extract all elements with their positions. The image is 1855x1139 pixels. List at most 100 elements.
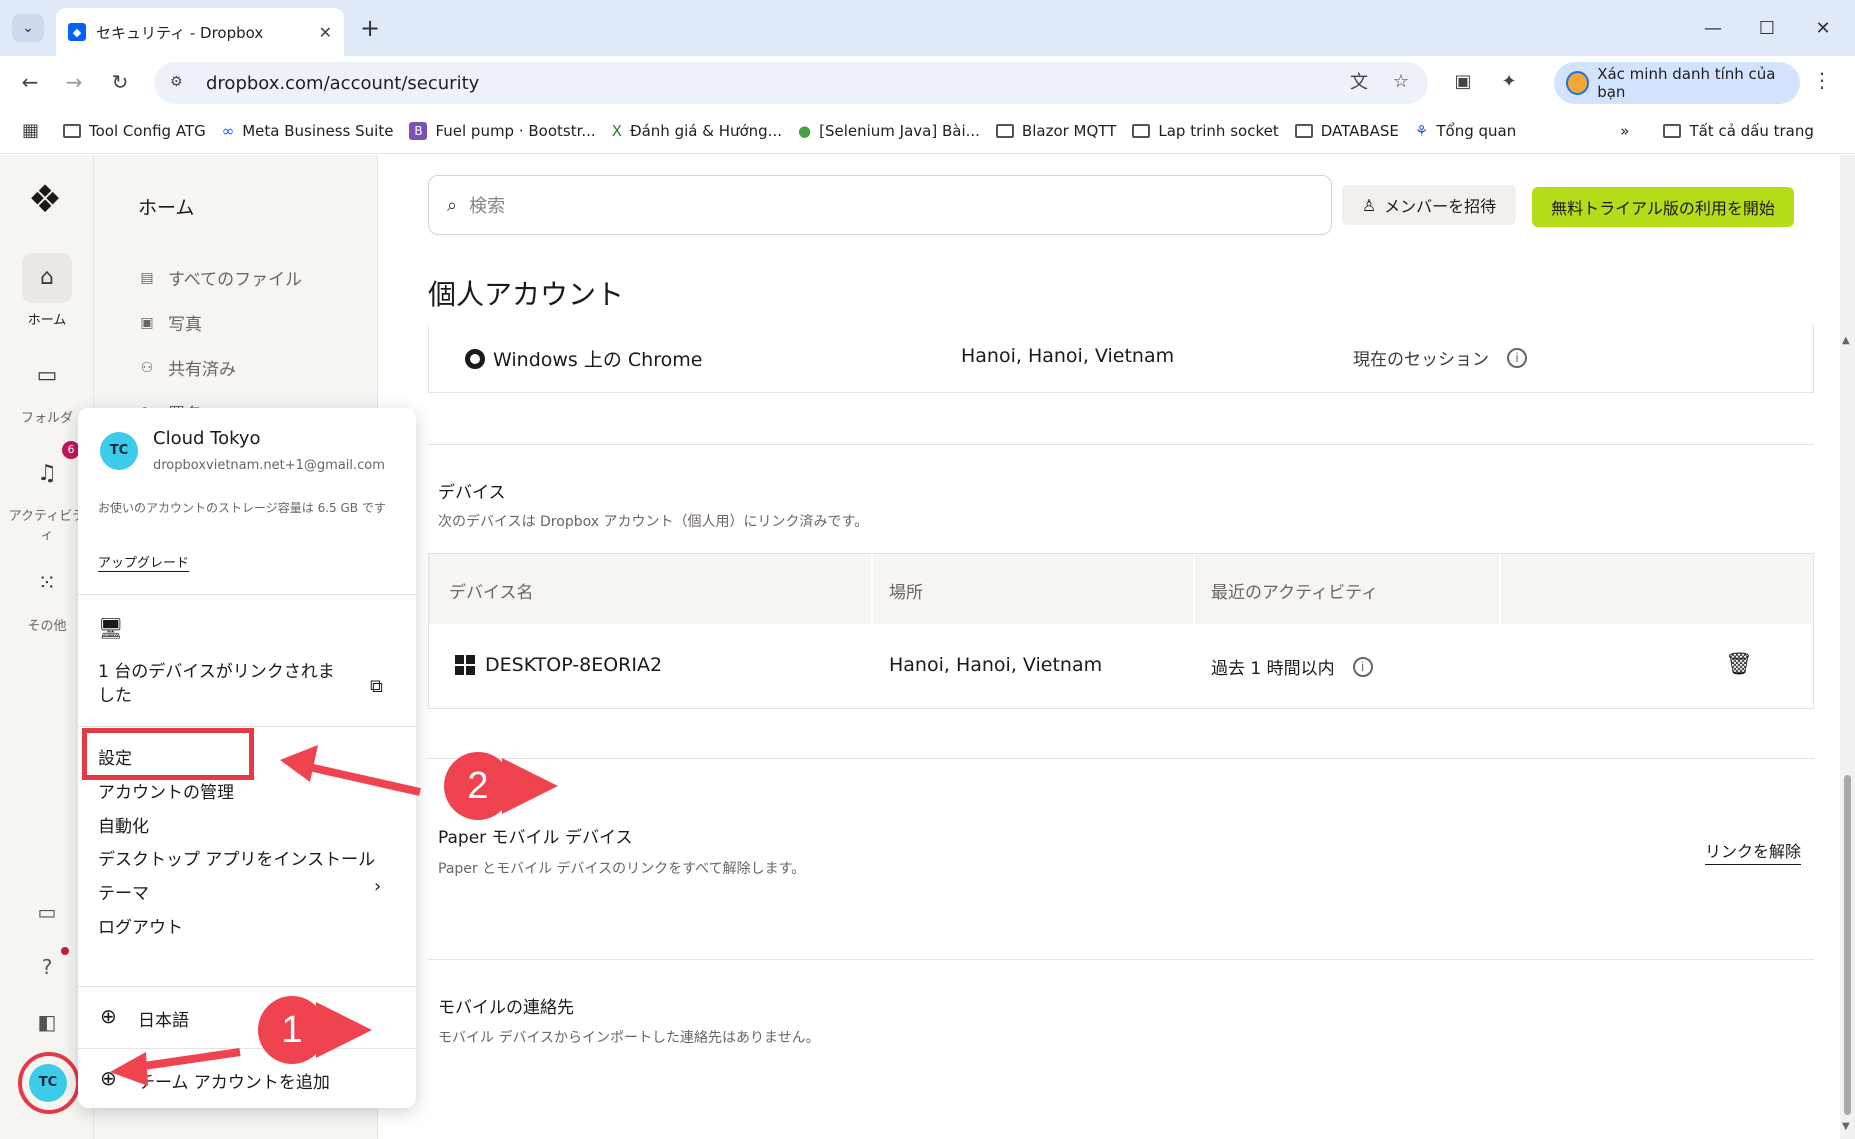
translate-icon[interactable]: 文 (1344, 66, 1374, 96)
menu-item-automation[interactable]: 自動化 (98, 812, 149, 837)
subnav-item-all-files[interactable]: ▤ すべてのファイル (138, 265, 302, 291)
device-activity: 過去 1 時間以内 (1211, 659, 1335, 679)
info-icon[interactable]: i (1507, 347, 1527, 368)
main-content: ⌕ 検索 ♙ メンバーを招待 無料トライアル版の利用を開始 個人アカウント Wi… (378, 155, 1840, 1139)
search-input[interactable]: ⌕ 検索 (428, 175, 1332, 235)
bookmark-star-icon[interactable]: ☆ (1386, 66, 1416, 96)
profile-button[interactable]: Xác minh danh tính của bạn (1554, 62, 1800, 104)
url-text: dropbox.com/account/security (206, 72, 480, 94)
invite-member-button[interactable]: ♙ メンバーを招待 (1342, 185, 1516, 225)
menu-divider (78, 986, 416, 987)
scrollbar[interactable]: ▲ ▼ (1840, 155, 1855, 1139)
upgrade-link[interactable]: アップグレード (98, 552, 190, 572)
divider (428, 444, 1814, 445)
account-name: Cloud Tokyo (153, 428, 261, 449)
column-header: 最近のアクティビティ (1211, 583, 1379, 603)
subnav-title: ホーム (138, 197, 195, 219)
close-tab-icon[interactable]: ✕ (319, 23, 332, 42)
settings-highlight-box (82, 728, 254, 780)
contacts-title: モバイルの連絡先 (438, 998, 574, 1018)
address-bar[interactable]: ⚙ dropbox.com/account/security (154, 62, 1428, 104)
column-separator (1193, 554, 1195, 624)
site-info-icon[interactable]: ⚙ (170, 74, 188, 92)
chevron-right-icon: › (374, 876, 382, 897)
all-bookmarks[interactable]: Tất cả dấu trang (1663, 122, 1814, 140)
contacts-subtitle: モバイル デバイスからインポートした連絡先はありません。 (438, 1030, 820, 1046)
browser-menu-icon[interactable]: ⋮ (1812, 68, 1832, 92)
new-tab-button[interactable]: + (356, 14, 384, 42)
dropbox-logo-icon[interactable]: ❖ (28, 177, 62, 221)
back-button[interactable]: ← (14, 66, 46, 98)
unlink-button[interactable]: リンクを解除 (1705, 838, 1802, 865)
folder-icon: ▭ (36, 363, 58, 388)
divider (428, 959, 1814, 960)
home-icon: ⌂ (22, 253, 72, 303)
minimize-button[interactable]: — (1690, 12, 1736, 44)
photo-icon: ▣ (140, 314, 154, 331)
extension-icon[interactable]: ▣ (1448, 66, 1478, 96)
trash-icon[interactable]: 🗑 (1725, 652, 1753, 677)
info-icon[interactable]: i (1352, 656, 1373, 677)
add-user-icon: ♙ (1361, 195, 1377, 215)
language-item[interactable]: 日本語 (138, 1006, 189, 1031)
apps-grid-icon[interactable]: ▦ (22, 120, 39, 141)
external-link-icon[interactable]: ⧉ (370, 676, 383, 697)
scroll-up-icon[interactable]: ▲ (1842, 335, 1850, 346)
account-avatar-button[interactable]: TC (29, 1064, 67, 1102)
tab-search-button[interactable]: ⌄ (12, 14, 44, 42)
start-trial-button[interactable]: 無料トライアル版の利用を開始 (1532, 187, 1794, 227)
scroll-down-icon[interactable]: ▼ (1842, 1121, 1850, 1132)
dropbox-favicon-icon: ◆ (68, 23, 86, 41)
search-icon: ⌕ (447, 194, 458, 216)
desktop-app-icon[interactable]: ▭ (30, 895, 64, 929)
bookmark-item[interactable]: ∞ Meta Business Suite (222, 122, 394, 140)
menu-item-logout[interactable]: ログアウト (98, 913, 183, 938)
device-location: Hanoi, Hanoi, Vietnam (889, 654, 1103, 676)
help-icon[interactable]: ? (30, 950, 64, 984)
page-title: 個人アカウント (428, 278, 625, 311)
desktop-icon: 🖥 (98, 616, 124, 640)
forward-button[interactable]: → (58, 66, 90, 98)
table-header: デバイス名 場所 最近のアクティビティ (429, 554, 1813, 624)
menu-item-install-desktop[interactable]: デスクトップ アプリをインストール (98, 845, 375, 870)
close-window-button[interactable]: ✕ (1800, 12, 1846, 44)
files-icon: ▤ (140, 269, 154, 286)
session-row: Windows 上の Chrome Hanoi, Hanoi, Vietnam … (428, 325, 1814, 393)
add-team-account-item[interactable]: チーム アカウントを追加 (138, 1068, 330, 1093)
folder-icon (63, 123, 82, 138)
sidebar-toggle-icon[interactable]: ◧ (30, 1005, 64, 1039)
maximize-button[interactable]: ☐ (1744, 12, 1790, 44)
bookmarks-bar: ▦ Tool Config ATG ∞ Meta Business Suite B… (0, 108, 1855, 154)
account-email: dropboxvietnam.net+1@gmail.com (153, 458, 385, 473)
paper-title: Paper モバイル デバイス (438, 828, 633, 848)
bookmark-item[interactable]: B Fuel pump · Bootstr... (409, 121, 596, 140)
menu-divider (78, 594, 416, 595)
callout-step2-tip (502, 758, 558, 814)
extensions-puzzle-icon[interactable]: ✦ (1494, 66, 1524, 96)
bookmark-item[interactable]: ⚘ Tổng quan (1415, 122, 1516, 140)
bookmark-item[interactable]: Lap trinh socket (1132, 122, 1279, 140)
apps-grid-icon: ⁙ (37, 571, 57, 596)
bookmark-item[interactable]: Blazor MQTT (995, 122, 1116, 140)
subnav-item-shared[interactable]: ⚇ 共有済み (138, 355, 236, 381)
linked-devices-text[interactable]: 1 台のデバイスがリンクされました (98, 660, 338, 708)
column-separator (1499, 554, 1501, 624)
shared-icon: ⚇ (140, 359, 154, 376)
more-bookmarks-icon[interactable]: » (1620, 122, 1629, 140)
bookmark-item[interactable]: Tool Config ATG (63, 122, 206, 140)
reload-button[interactable]: ↻ (104, 66, 136, 98)
menu-item-theme[interactable]: テーマ (98, 879, 149, 904)
bookmark-item[interactable]: X Đánh giá & Hướng... (612, 122, 782, 140)
bookmark-item[interactable]: ● [Selenium Java] Bài... (798, 122, 980, 140)
paper-subtitle: Paper とモバイル デバイスのリンクをすべて解除します。 (438, 861, 806, 877)
devices-subtitle: 次のデバイスは Dropbox アカウント（個人用）にリンク済みです。 (438, 514, 869, 530)
browser-toolbar: ← → ↻ ⚙ dropbox.com/account/security 文 ☆… (0, 56, 1855, 108)
bookmark-item[interactable]: DATABASE (1294, 122, 1399, 140)
menu-avatar: TC (100, 432, 138, 470)
folder-icon (1663, 123, 1682, 138)
menu-item-manage-account[interactable]: アカウントの管理 (98, 778, 234, 803)
browser-tab[interactable]: ◆ セキュリティ - Dropbox ✕ (56, 8, 344, 56)
scroll-thumb[interactable] (1844, 775, 1851, 1115)
subnav-item-photos[interactable]: ▣ 写真 (138, 310, 202, 336)
rail-item-home[interactable]: ⌂ ホーム (0, 253, 94, 328)
